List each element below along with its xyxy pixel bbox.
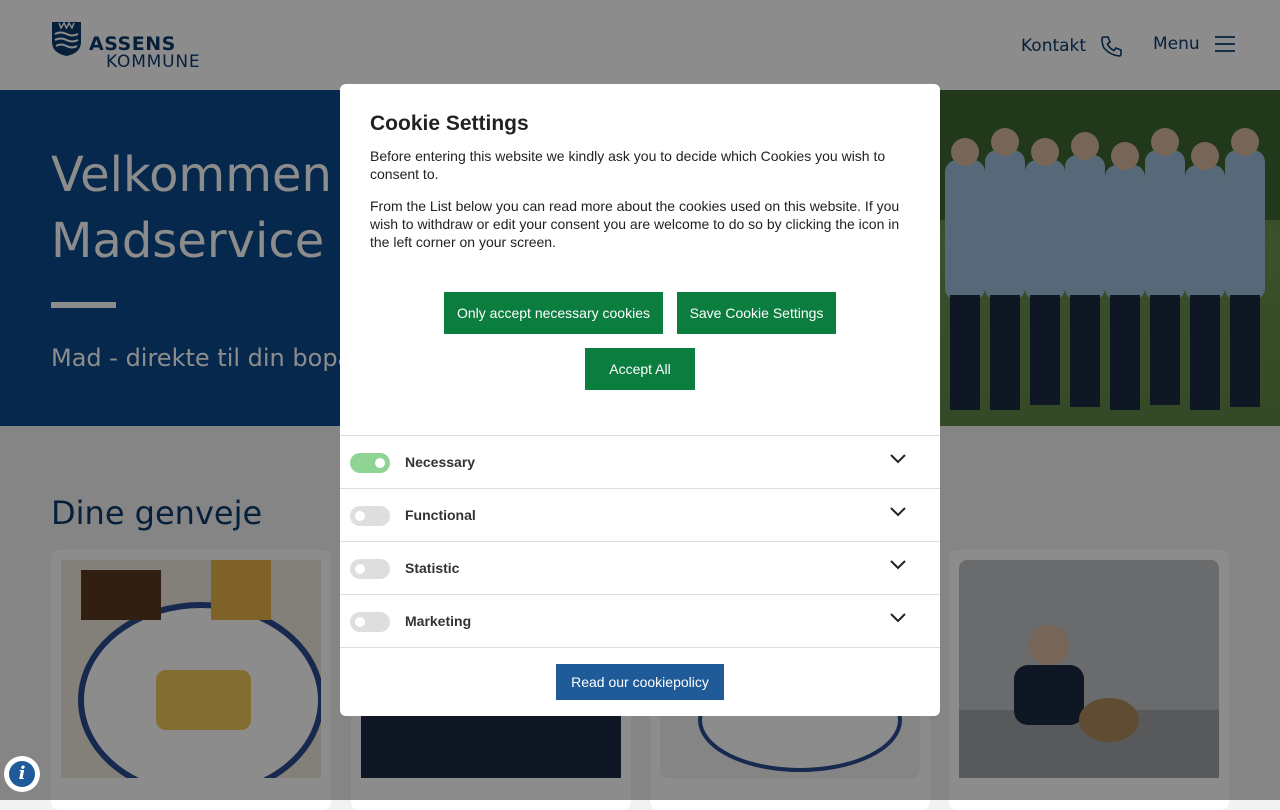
functional-toggle[interactable] (350, 506, 390, 526)
cookie-settings-dialog: Cookie Settings Before entering this web… (340, 84, 940, 716)
only-necessary-button[interactable]: Only accept necessary cookies (444, 292, 663, 334)
marketing-toggle[interactable] (350, 612, 390, 632)
category-label: Marketing (405, 613, 472, 629)
dialog-footer-divider (340, 647, 940, 648)
category-label: Functional (405, 507, 476, 523)
category-label: Statistic (405, 560, 460, 576)
info-icon: i (9, 761, 35, 787)
dialog-intro-text: Before entering this website we kindly a… (370, 148, 886, 182)
chevron-down-icon[interactable] (889, 452, 907, 466)
cookie-category-necessary[interactable]: Necessary (340, 435, 940, 489)
cookie-info-button[interactable]: i (4, 756, 40, 792)
save-cookie-settings-button[interactable]: Save Cookie Settings (677, 292, 836, 334)
cookie-category-functional[interactable]: Functional (340, 488, 940, 542)
category-label: Necessary (405, 454, 476, 470)
necessary-toggle[interactable] (350, 453, 390, 473)
chevron-down-icon[interactable] (889, 558, 907, 572)
accept-all-button[interactable]: Accept All (585, 348, 695, 390)
cookie-category-statistic[interactable]: Statistic (340, 541, 940, 595)
statistic-toggle[interactable] (350, 559, 390, 579)
read-cookie-policy-button[interactable]: Read our cookiepolicy (556, 664, 724, 700)
cookie-category-marketing[interactable]: Marketing (340, 594, 940, 648)
dialog-info-text: From the List below you can read more ab… (370, 198, 900, 250)
dialog-title: Cookie Settings (370, 112, 529, 135)
chevron-down-icon[interactable] (889, 611, 907, 625)
chevron-down-icon[interactable] (889, 505, 907, 519)
